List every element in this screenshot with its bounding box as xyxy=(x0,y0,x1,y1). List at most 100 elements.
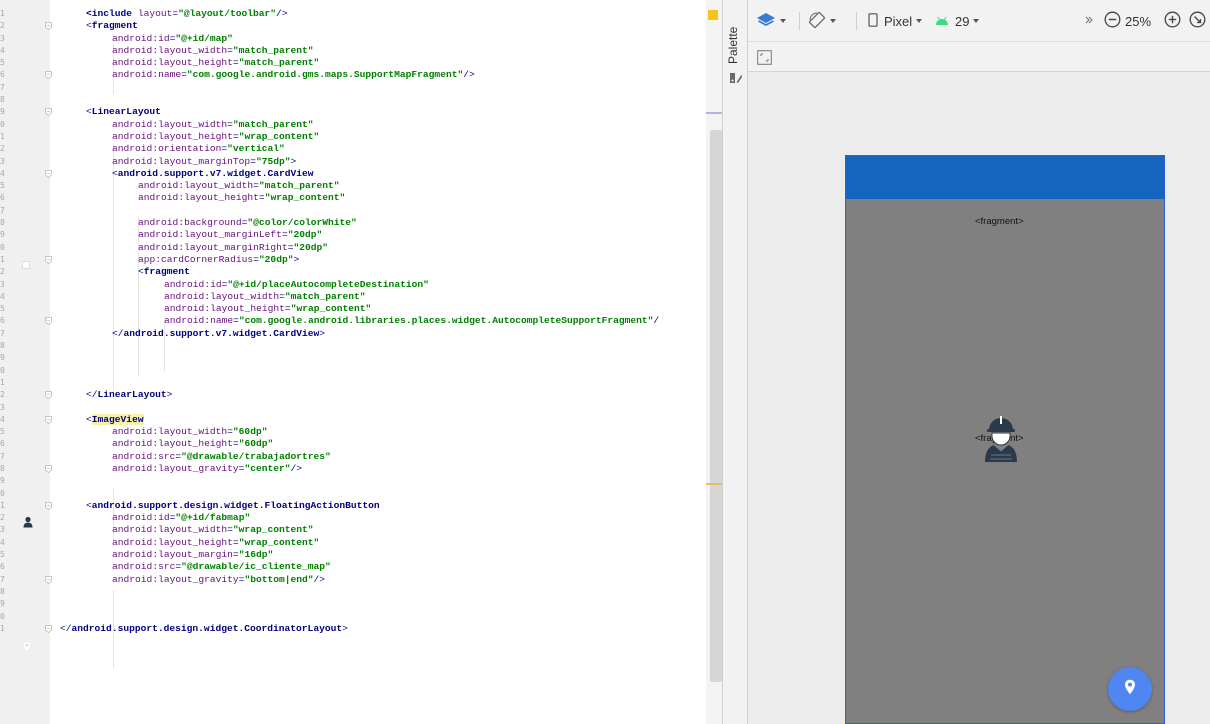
toolbar-overflow-button[interactable] xyxy=(1084,11,1094,31)
fold-marker-icon[interactable] xyxy=(45,391,52,400)
code-line[interactable]: 2 android:id="@+id/fabmap" xyxy=(0,512,708,524)
fold-marker-icon[interactable] xyxy=(45,501,52,510)
code-line[interactable]: 5 android:layout_height="wrap_content" xyxy=(0,303,708,315)
map-pin-gutter-icon[interactable] xyxy=(22,638,34,653)
line-number: 2 xyxy=(0,267,5,277)
code-line[interactable]: 1 app:cardCornerRadius="20dp"> xyxy=(0,254,708,266)
code-line[interactable]: 1 android:layout_height="wrap_content" xyxy=(0,131,708,143)
phone-icon xyxy=(868,12,878,30)
code-area[interactable]: 1 <include layout="@layout/toolbar"/> 2 <fr… xyxy=(0,8,708,635)
code-line[interactable]: 8 android:layout_gravity="center"/> xyxy=(0,462,708,475)
code-line[interactable]: 3 android:layout_marginTop="75dp"> xyxy=(0,156,708,168)
code-line[interactable]: 1 </android.support.design.widget.Coordin… xyxy=(0,623,708,635)
code-line[interactable]: 5 android:layout_width="match_parent" xyxy=(0,180,708,192)
code-line[interactable]: 6 android:name="com.google.android.gms.ma… xyxy=(0,69,708,81)
code-text: android:layout_gravity="center"/> xyxy=(112,462,303,474)
code-line[interactable]: 4 <android.support.v7.widget.CardView xyxy=(0,168,708,180)
code-line[interactable]: 1 xyxy=(0,377,708,389)
line-number: 8 xyxy=(0,341,5,351)
code-line[interactable]: 6 android:name="com.google.android.librar… xyxy=(0,315,708,327)
palette-label[interactable]: Palette xyxy=(726,27,740,64)
code-line[interactable]: 9 android:layout_marginLeft="20dp" xyxy=(0,229,708,241)
fold-marker-icon[interactable] xyxy=(45,575,52,584)
code-line[interactable]: 7 xyxy=(0,82,708,94)
palette-tool-window-tab[interactable]: Palette xyxy=(722,0,748,724)
scroll-marker[interactable] xyxy=(706,112,722,114)
line-number: 5 xyxy=(0,181,5,191)
code-line[interactable]: 5 android:layout_width="60dp" xyxy=(0,426,708,438)
drawable-preview-icon[interactable] xyxy=(22,513,34,528)
code-line[interactable]: 7 android:src="@drawable/trabajadortres" xyxy=(0,451,708,463)
code-line[interactable]: 6 android:src="@drawable/ic_cliente_map" xyxy=(0,561,708,573)
code-line[interactable]: 0 xyxy=(0,488,708,500)
line-number: 8 xyxy=(0,218,5,228)
code-line[interactable]: 7 </android.support.v7.widget.CardView> xyxy=(0,328,708,340)
code-line[interactable]: 5 android:layout_height="match_parent" xyxy=(0,57,708,69)
fold-marker-icon[interactable] xyxy=(45,317,52,326)
code-line[interactable]: 6 android:layout_height="60dp" xyxy=(0,438,708,450)
layout-design-pane[interactable]: Pixel 29 25% <fragment> xyxy=(748,0,1210,724)
inspection-warning-marker[interactable] xyxy=(708,10,718,20)
code-editor[interactable]: 1 <include layout="@layout/toolbar"/> 2 <fr… xyxy=(0,0,722,724)
code-line[interactable]: 4 android:layout_width="match_parent" xyxy=(0,291,708,303)
code-line[interactable]: 5 android:layout_margin="16dp" xyxy=(0,549,708,561)
code-line[interactable]: 4 android:layout_height="wrap_content" xyxy=(0,537,708,549)
code-line[interactable]: 7 android:layout_gravity="bottom|end"/> xyxy=(0,574,708,586)
fragment-placeholder-label[interactable]: <fragment> xyxy=(975,216,1024,227)
fold-marker-icon[interactable] xyxy=(45,169,52,178)
code-line[interactable]: 1 <android.support.design.widget.Floating… xyxy=(0,500,708,512)
code-line[interactable]: 6 android:layout_height="wrap_content" xyxy=(0,192,708,204)
code-line[interactable]: 4 android:layout_width="match_parent" xyxy=(0,45,708,57)
code-line[interactable]: 0 xyxy=(0,611,708,623)
frame-toggle-button[interactable] xyxy=(757,50,772,69)
code-line[interactable]: 2 </LinearLayout> xyxy=(0,389,708,401)
design-surface-button[interactable] xyxy=(756,11,786,31)
orientation-button[interactable] xyxy=(808,11,836,31)
fold-marker-icon[interactable] xyxy=(45,256,52,264)
code-line[interactable]: 2 android:orientation="vertical" xyxy=(0,143,708,155)
code-line[interactable]: 9 xyxy=(0,598,708,610)
code-text: android:id="@+id/map" xyxy=(112,32,233,44)
line-number: 1 xyxy=(0,131,5,141)
code-line[interactable]: 8 xyxy=(0,340,708,352)
code-line[interactable]: 2 <fragment xyxy=(0,266,708,278)
fold-marker-icon[interactable] xyxy=(45,108,52,117)
code-line[interactable]: 2 <fragment xyxy=(0,20,708,32)
floating-action-button[interactable] xyxy=(1108,667,1152,711)
fold-marker-icon[interactable] xyxy=(45,71,52,80)
code-line[interactable]: 7 xyxy=(0,205,708,217)
code-line[interactable]: 4 <ImageView xyxy=(0,413,708,426)
api-level-selector[interactable]: 29 xyxy=(935,11,980,31)
code-line[interactable]: 3 xyxy=(0,402,708,414)
code-line[interactable]: 9 <LinearLayout xyxy=(0,106,708,118)
device-preview[interactable]: <fragment> <fragment> xyxy=(845,155,1165,724)
code-line[interactable]: 3 android:layout_width="wrap_content" xyxy=(0,524,708,536)
line-number: 7 xyxy=(0,574,5,584)
editor-scrollbar-thumb[interactable] xyxy=(710,130,722,682)
code-text: android:layout_marginLeft="20dp" xyxy=(138,229,323,241)
worker-icon[interactable] xyxy=(981,412,1021,464)
code-line[interactable]: 9 xyxy=(0,475,708,487)
code-line[interactable]: 3 android:id="@+id/placeAutocompleteDesti… xyxy=(0,279,708,291)
code-line[interactable]: 0 android:layout_marginRight="20dp" xyxy=(0,242,708,254)
fold-marker-icon[interactable] xyxy=(45,465,52,473)
color-swatch-icon[interactable] xyxy=(22,254,34,269)
code-line[interactable]: 8 xyxy=(0,586,708,598)
fold-marker-icon[interactable] xyxy=(45,415,52,424)
scroll-marker[interactable] xyxy=(706,483,722,485)
device-selector[interactable]: Pixel xyxy=(868,11,923,31)
code-line[interactable]: 3 android:id="@+id/map" xyxy=(0,32,708,45)
fold-marker-icon[interactable] xyxy=(45,22,52,31)
preview-toolbar[interactable] xyxy=(846,156,1164,199)
code-line[interactable]: 9 xyxy=(0,352,708,364)
zoom-fit-button[interactable] xyxy=(1189,11,1206,31)
code-line[interactable]: 8 xyxy=(0,94,708,106)
code-line[interactable]: 0 android:layout_width="match_parent" xyxy=(0,119,708,131)
code-line[interactable]: 8 android:background="@color/colorWhite" xyxy=(0,217,708,229)
code-text: android:layout_width="60dp" xyxy=(112,426,268,438)
zoom-in-button[interactable] xyxy=(1164,11,1181,31)
code-line[interactable]: 0 xyxy=(0,365,708,377)
code-line[interactable]: 1 <include layout="@layout/toolbar"/> xyxy=(0,8,708,20)
zoom-out-button[interactable] xyxy=(1104,11,1121,31)
fold-marker-icon[interactable] xyxy=(45,624,52,633)
